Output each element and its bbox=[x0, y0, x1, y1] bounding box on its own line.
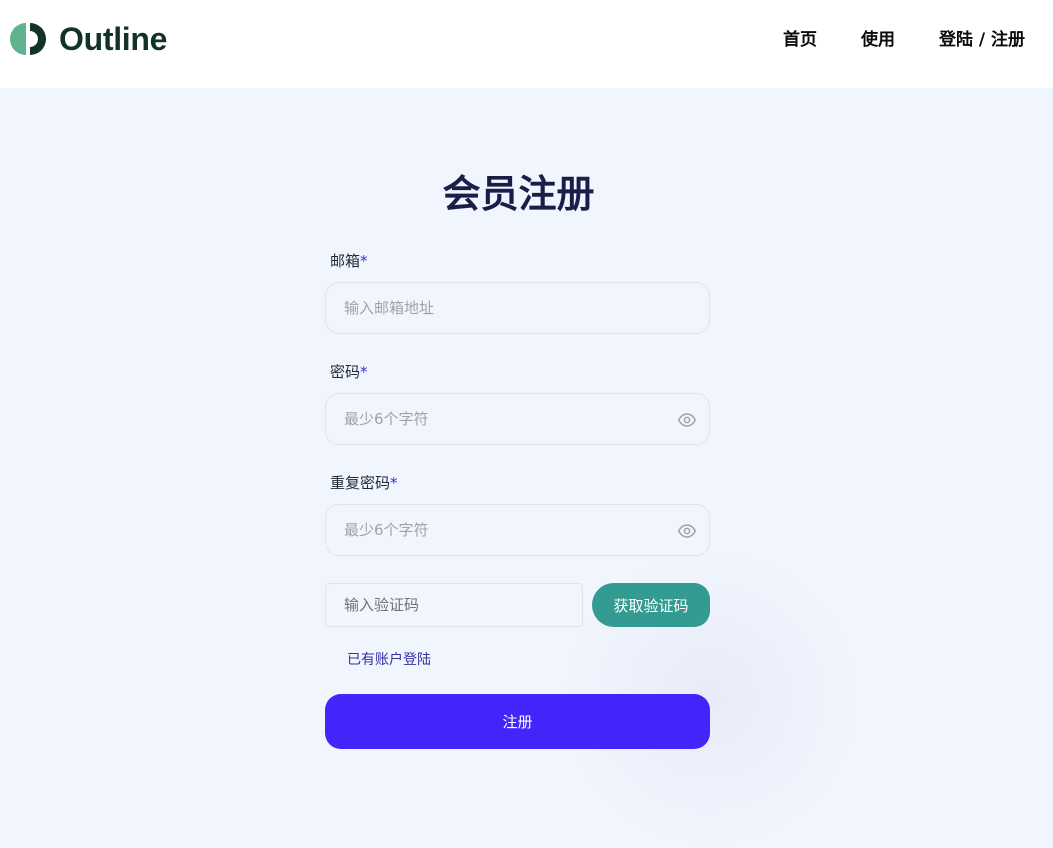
site-header: Outline 首页 使用 登陆 / 注册 bbox=[0, 0, 1053, 88]
email-input[interactable] bbox=[344, 283, 664, 333]
nav-home[interactable]: 首页 bbox=[783, 28, 817, 52]
repeat-password-label: 重复密码* bbox=[330, 473, 398, 493]
email-label-text: 邮箱 bbox=[330, 252, 361, 270]
eye-icon[interactable] bbox=[678, 411, 696, 429]
password-field[interactable] bbox=[325, 393, 710, 445]
repeat-password-input[interactable] bbox=[344, 505, 664, 555]
repeat-password-field[interactable] bbox=[325, 504, 710, 556]
eye-icon[interactable] bbox=[678, 522, 696, 540]
outline-logo-icon bbox=[10, 23, 46, 55]
email-label: 邮箱* bbox=[330, 251, 368, 271]
get-code-button[interactable]: 获取验证码 bbox=[592, 583, 710, 627]
nav-use-link[interactable]: 使用 bbox=[861, 30, 895, 50]
required-mark: * bbox=[360, 252, 368, 270]
password-label: 密码* bbox=[330, 362, 368, 382]
register-button[interactable]: 注册 bbox=[325, 694, 710, 749]
nav-login-register[interactable]: 登陆 / 注册 bbox=[939, 28, 1025, 52]
verification-code-field[interactable] bbox=[325, 583, 664, 627]
logo-text: Outline bbox=[59, 20, 168, 57]
logo[interactable]: Outline bbox=[10, 20, 167, 58]
repeat-password-label-text: 重复密码 bbox=[330, 474, 391, 492]
required-mark: * bbox=[360, 363, 368, 381]
page-title: 会员注册 bbox=[442, 172, 595, 216]
password-label-text: 密码 bbox=[330, 363, 361, 381]
required-mark: * bbox=[390, 474, 398, 492]
nav-use[interactable]: 使用 bbox=[861, 28, 895, 52]
nav-login-register-link[interactable]: 登陆 / 注册 bbox=[939, 30, 1025, 50]
nav-home-link[interactable]: 首页 bbox=[783, 30, 817, 50]
email-field[interactable] bbox=[325, 282, 710, 334]
password-input[interactable] bbox=[344, 394, 664, 444]
existing-account-login-link[interactable]: 已有账户登陆 bbox=[347, 650, 431, 670]
